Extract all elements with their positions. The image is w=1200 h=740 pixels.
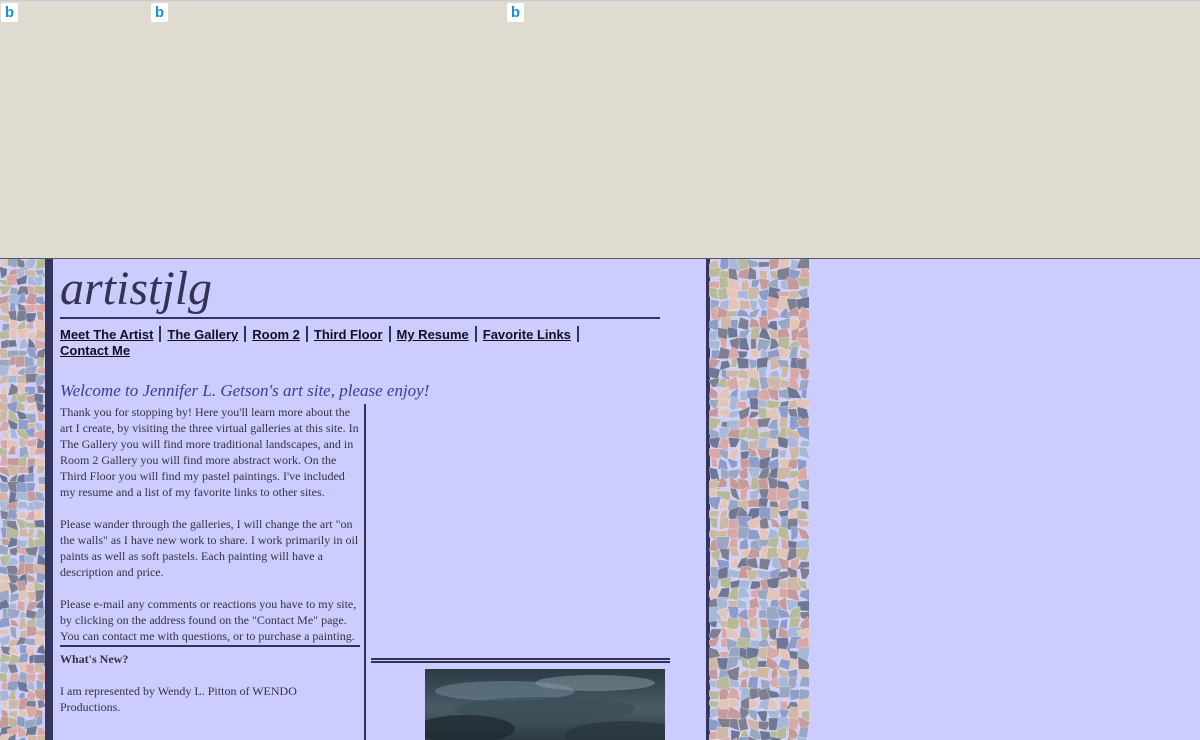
- mosaic-border-right: [709, 259, 809, 740]
- nav-my-resume[interactable]: My Resume: [397, 327, 469, 342]
- nav-the-gallery[interactable]: The Gallery: [167, 327, 238, 342]
- featured-painting-image[interactable]: [425, 669, 665, 740]
- intro-paragraph: Please wander through the galleries, I w…: [60, 517, 359, 579]
- double-rule: [371, 658, 670, 663]
- main-content: artistjlg Meet The Artist The Gallery Room…: [60, 259, 700, 740]
- nav-favorite-links[interactable]: Favorite Links: [483, 327, 571, 342]
- site-logo: artistjlg: [60, 262, 213, 315]
- section-rule: [60, 645, 360, 647]
- main-nav: Meet The Artist The Gallery Room 2 Third Fl…: [60, 326, 660, 359]
- border-divider-left: [45, 259, 53, 740]
- nav-separator: [576, 326, 579, 342]
- welcome-heading: Welcome to Jennifer L. Getson's art site…: [60, 381, 430, 400]
- ad-banner-area: b b b: [0, 0, 1200, 259]
- nav-separator: [474, 326, 477, 342]
- whats-new-text: I am represented by Wendy L. Pitton of W…: [60, 684, 297, 714]
- nav-meet-the-artist[interactable]: Meet The Artist: [60, 327, 153, 342]
- nav-contact-me[interactable]: Contact Me: [60, 343, 130, 358]
- bing-icon[interactable]: b: [507, 3, 524, 22]
- header-rule: [60, 317, 660, 319]
- bing-icon[interactable]: b: [1, 3, 18, 22]
- nav-third-floor[interactable]: Third Floor: [314, 327, 383, 342]
- column-divider: [364, 404, 366, 740]
- nav-separator: [244, 326, 247, 342]
- intro-paragraph: Please e-mail any comments or reactions …: [60, 597, 357, 643]
- bing-icon[interactable]: b: [151, 3, 168, 22]
- nav-separator: [305, 326, 308, 342]
- intro-column: Thank you for stopping by! Here you'll l…: [60, 404, 360, 715]
- intro-paragraph: Thank you for stopping by! Here you'll l…: [60, 405, 359, 499]
- mosaic-border-left: [0, 259, 45, 740]
- nav-separator: [388, 326, 391, 342]
- nav-room-2[interactable]: Room 2: [252, 327, 300, 342]
- whats-new-heading: What's New?: [60, 652, 129, 666]
- nav-separator: [159, 326, 162, 342]
